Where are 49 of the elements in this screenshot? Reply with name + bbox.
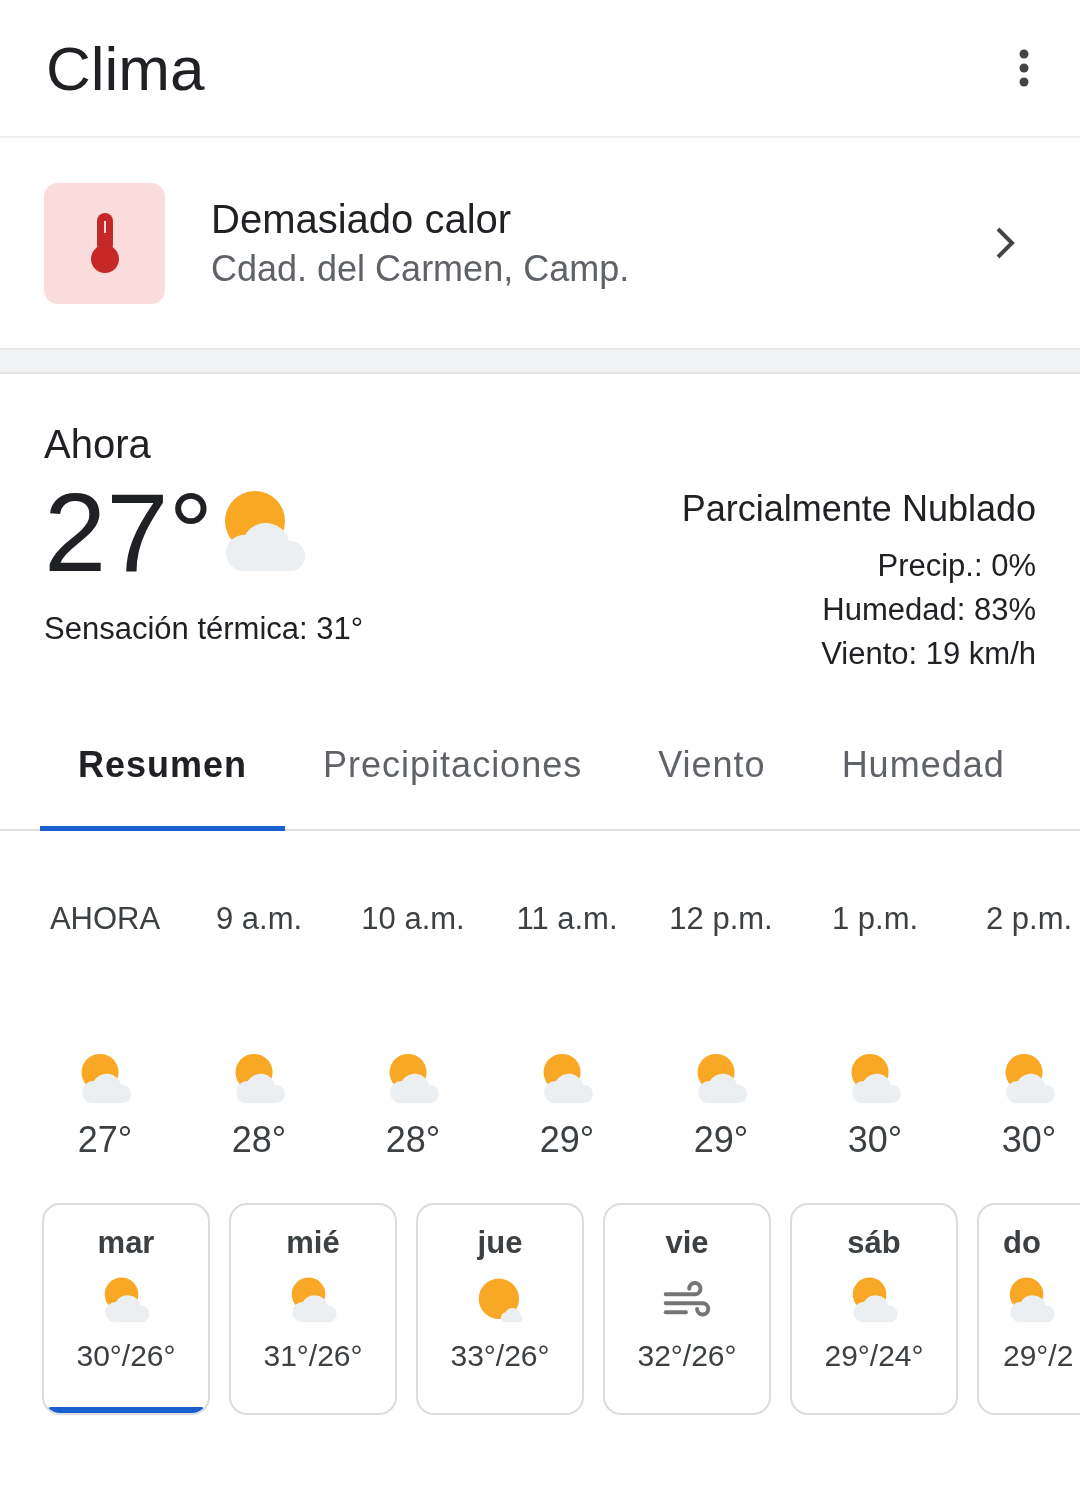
day-range: 31°/26° [263,1339,363,1373]
day-name: mar [97,1225,155,1261]
alert-location: Cdad. del Carmen, Camp. [211,247,631,290]
day-name: sáb [847,1225,901,1261]
hour-temperature: 28° [385,1119,441,1161]
day-card[interactable]: do 29°/2 [977,1203,1080,1415]
now-label: Ahora [44,422,152,467]
tab[interactable]: Resumen [40,722,286,831]
hour-time: 11 a.m. [516,901,618,937]
hour-time: 10 a.m. [361,901,465,937]
weather-detail: Viento: 19 km/h [821,635,1036,673]
hour-temperature: 28° [231,1119,287,1161]
day-name: mié [286,1225,340,1261]
hour-temperature: 29° [693,1119,749,1161]
alert-title: Demasiado calor [211,196,513,242]
day-card[interactable]: vie 32°/26° [603,1203,771,1415]
day-name: do [1003,1225,1041,1261]
condition: Parcialmente Nublado [681,488,1036,530]
day-card[interactable]: jue 33°/26° [416,1203,584,1415]
hour-time: 9 a.m. [215,901,303,937]
hour-time: 12 p.m. [669,901,773,937]
heat-alert-card[interactable]: Demasiado calor Cdad. del Carmen, Camp. [0,138,1080,348]
hour-time: 2 p.m. [985,901,1073,937]
day-name: jue [477,1225,523,1261]
more-vertical-icon [1018,48,1030,88]
weather-detail: Humedad: 83% [822,591,1036,629]
hour-temperature: 30° [847,1119,903,1161]
day-range: 30°/26° [76,1339,176,1373]
tab[interactable]: Humedad [803,722,1043,831]
day-card[interactable]: mié 31°/26° [229,1203,397,1415]
day-range: 32°/26° [637,1339,737,1373]
thermometer-icon [44,182,165,304]
hour-temperature: 30° [1001,1119,1057,1161]
day-card[interactable]: mar 30°/26° [42,1203,210,1415]
day-card[interactable]: sáb 29°/24° [790,1203,958,1415]
tab[interactable]: Precipitaciones [285,722,621,831]
weather-detail: Precip.: 0% [877,547,1036,585]
current-temperature: 27° [44,477,214,589]
day-range: 29°/24° [824,1339,924,1373]
hour-temperature: 29° [539,1119,595,1161]
hour-time: 1 p.m. [831,901,919,937]
feels-like: Sensación térmica: 31° [44,611,364,647]
day-name: vie [665,1225,709,1261]
hour-time: AHORA [49,901,161,937]
hour-temperature: 27° [77,1119,133,1161]
tab[interactable]: Viento [620,722,804,831]
app-title: Clima [46,32,205,104]
day-range: 33°/26° [450,1339,550,1373]
day-range: 29°/2 [1003,1339,1074,1373]
